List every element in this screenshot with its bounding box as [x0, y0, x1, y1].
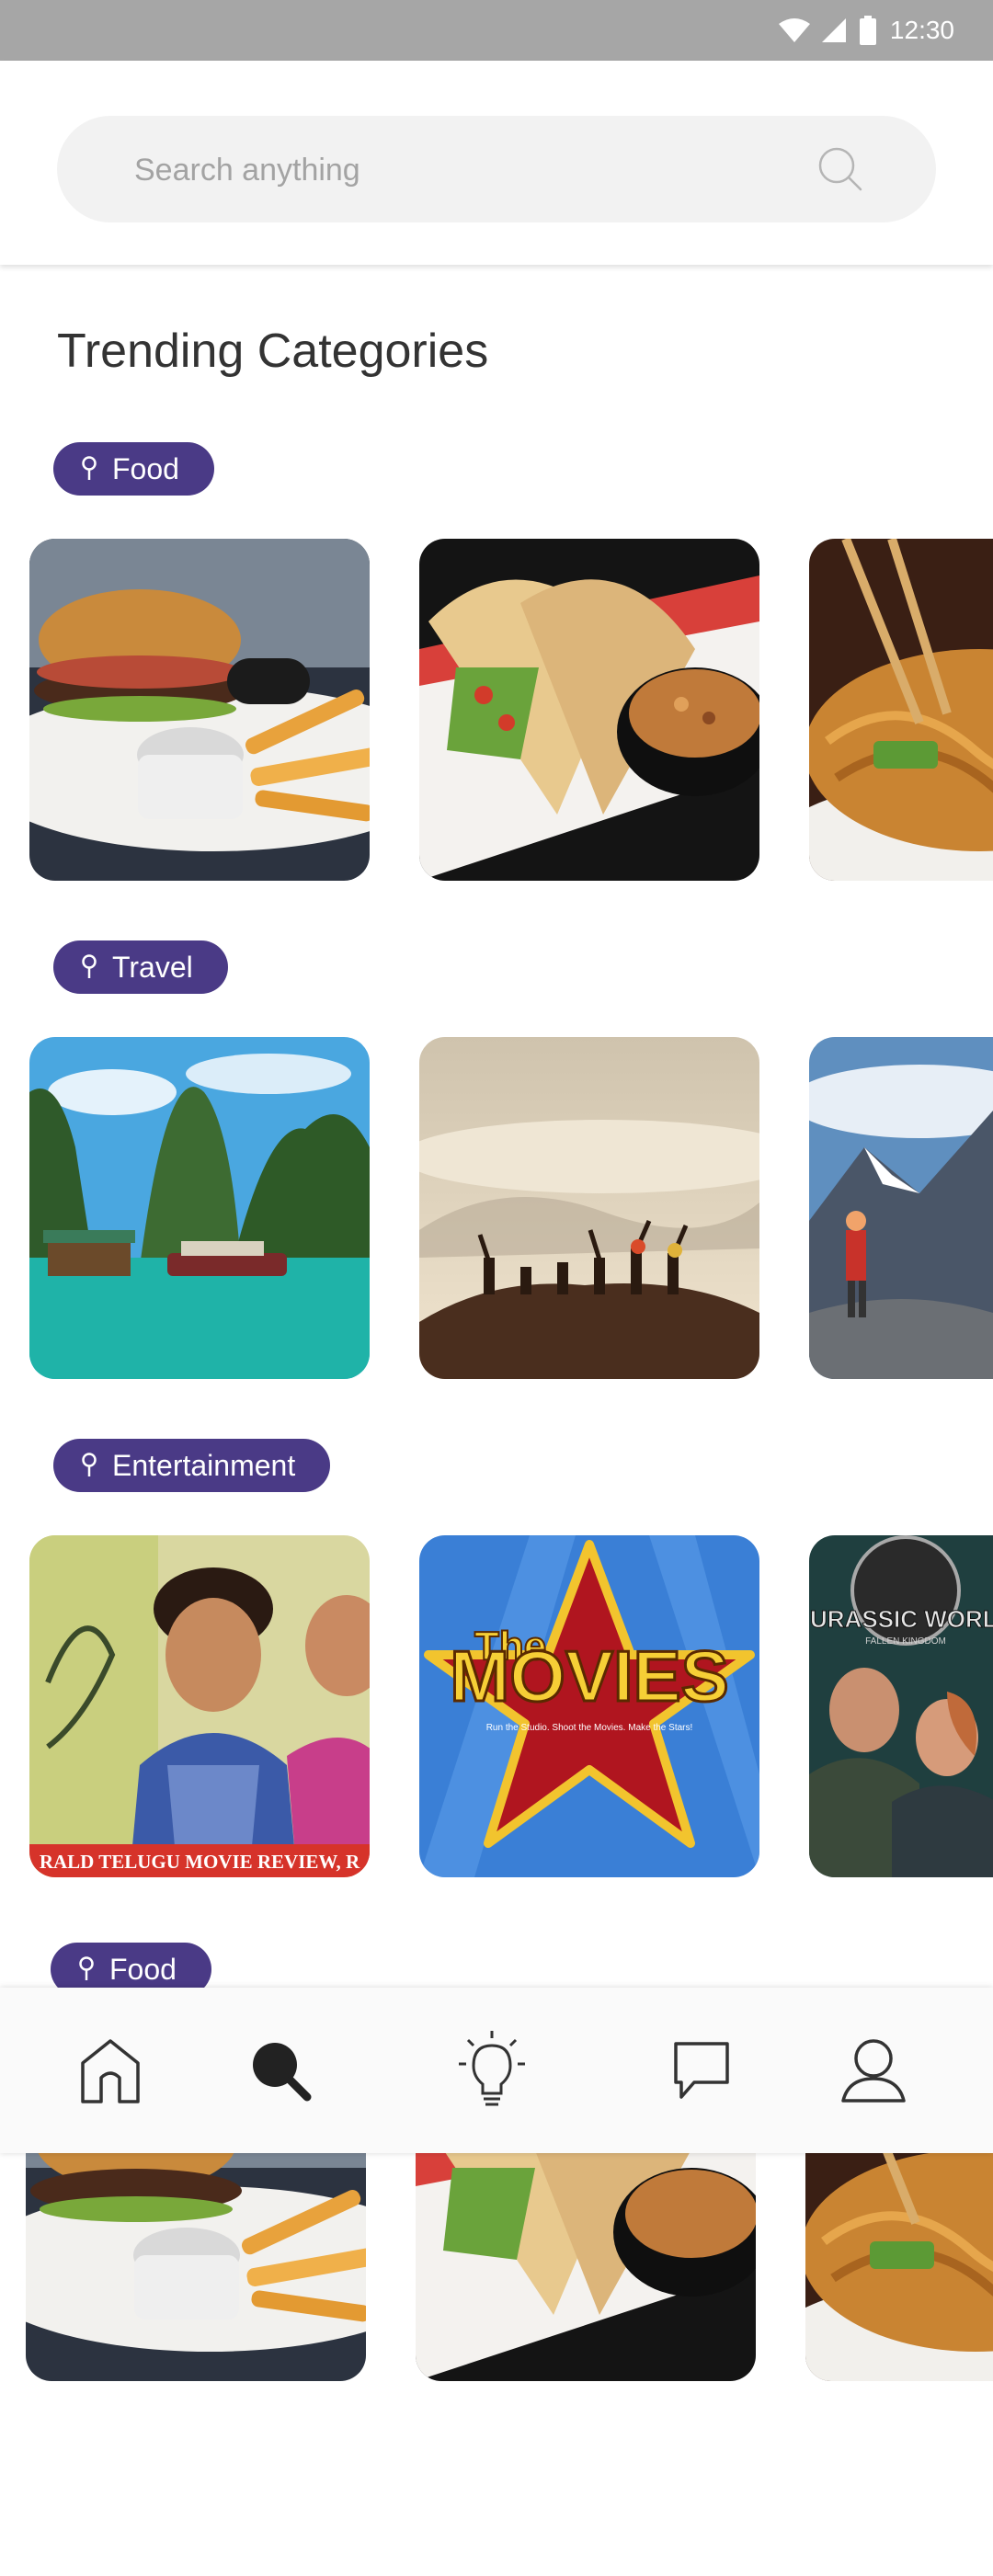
search-input[interactable] — [132, 116, 780, 224]
search-icon — [253, 2043, 312, 2102]
entertainment-image-row: RALD TELUGU MOVIE REVIEW, R The MOVIES R… — [0, 1535, 993, 1877]
signal-icon — [821, 18, 846, 42]
category-chip-label: Food — [109, 1952, 177, 1986]
location-pin-icon — [82, 1453, 97, 1476]
search-bar[interactable] — [57, 116, 936, 224]
hilltop-group-image[interactable] — [419, 1037, 759, 1379]
the-movies-tagline: Run the Studio. Shoot the Movies. Make t… — [486, 1723, 693, 1733]
battery-icon — [859, 16, 876, 45]
category-chip-food[interactable]: Food — [53, 442, 214, 496]
mountain-hiker-image[interactable] — [809, 1037, 993, 1379]
search-icon[interactable] — [816, 145, 864, 193]
jurassic-world-subtitle: FALLEN KINGDOM — [865, 1636, 946, 1647]
location-pin-icon — [82, 456, 97, 480]
telugu-movie-poster[interactable]: RALD TELUGU MOVIE REVIEW, R — [29, 1535, 370, 1877]
location-pin-icon — [79, 1956, 94, 1980]
bottom-navigation — [0, 1988, 993, 2153]
noodles-image[interactable] — [809, 539, 993, 881]
status-time: 12:30 — [889, 16, 954, 44]
jurassic-world-title: JURASSIC WORLD — [809, 1605, 993, 1633]
category-chip-label: Travel — [112, 950, 193, 984]
tacos-image[interactable] — [419, 539, 759, 881]
location-pin-icon — [82, 954, 97, 978]
nav-search[interactable] — [234, 2024, 326, 2116]
category-chip-label: Food — [112, 451, 179, 485]
telugu-poster-banner: RALD TELUGU MOVIE REVIEW, R — [40, 1851, 360, 1873]
profile-icon — [841, 2039, 906, 2103]
travel-image-row — [0, 1037, 993, 1379]
wifi-icon — [778, 18, 810, 42]
lightbulb-icon — [459, 2031, 525, 2106]
category-chip-label: Entertainment — [112, 1448, 296, 1482]
nav-messages[interactable] — [656, 2024, 748, 2116]
nav-ideas[interactable] — [446, 2024, 538, 2116]
chat-icon — [674, 2042, 729, 2099]
jurassic-world-poster[interactable]: JURASSIC WORLD FALLEN KINGDOM — [809, 1535, 993, 1877]
nav-profile[interactable] — [828, 2024, 919, 2116]
burger-fries-image[interactable] — [29, 539, 370, 881]
status-bar: 12:30 — [0, 0, 993, 61]
nav-home[interactable] — [64, 2024, 156, 2116]
home-icon — [81, 2039, 140, 2103]
trending-categories-title: Trending Categories — [57, 325, 489, 378]
bay-karst-image[interactable] — [29, 1037, 370, 1379]
food-image-row — [0, 539, 993, 881]
category-chip-travel[interactable]: Travel — [53, 940, 228, 994]
the-movies-poster[interactable]: The MOVIES Run the Studio. Shoot the Mov… — [419, 1535, 759, 1877]
category-chip-entertainment[interactable]: Entertainment — [53, 1439, 331, 1492]
search-header — [0, 61, 993, 265]
the-movies-title-line2: MOVIES — [450, 1636, 728, 1716]
